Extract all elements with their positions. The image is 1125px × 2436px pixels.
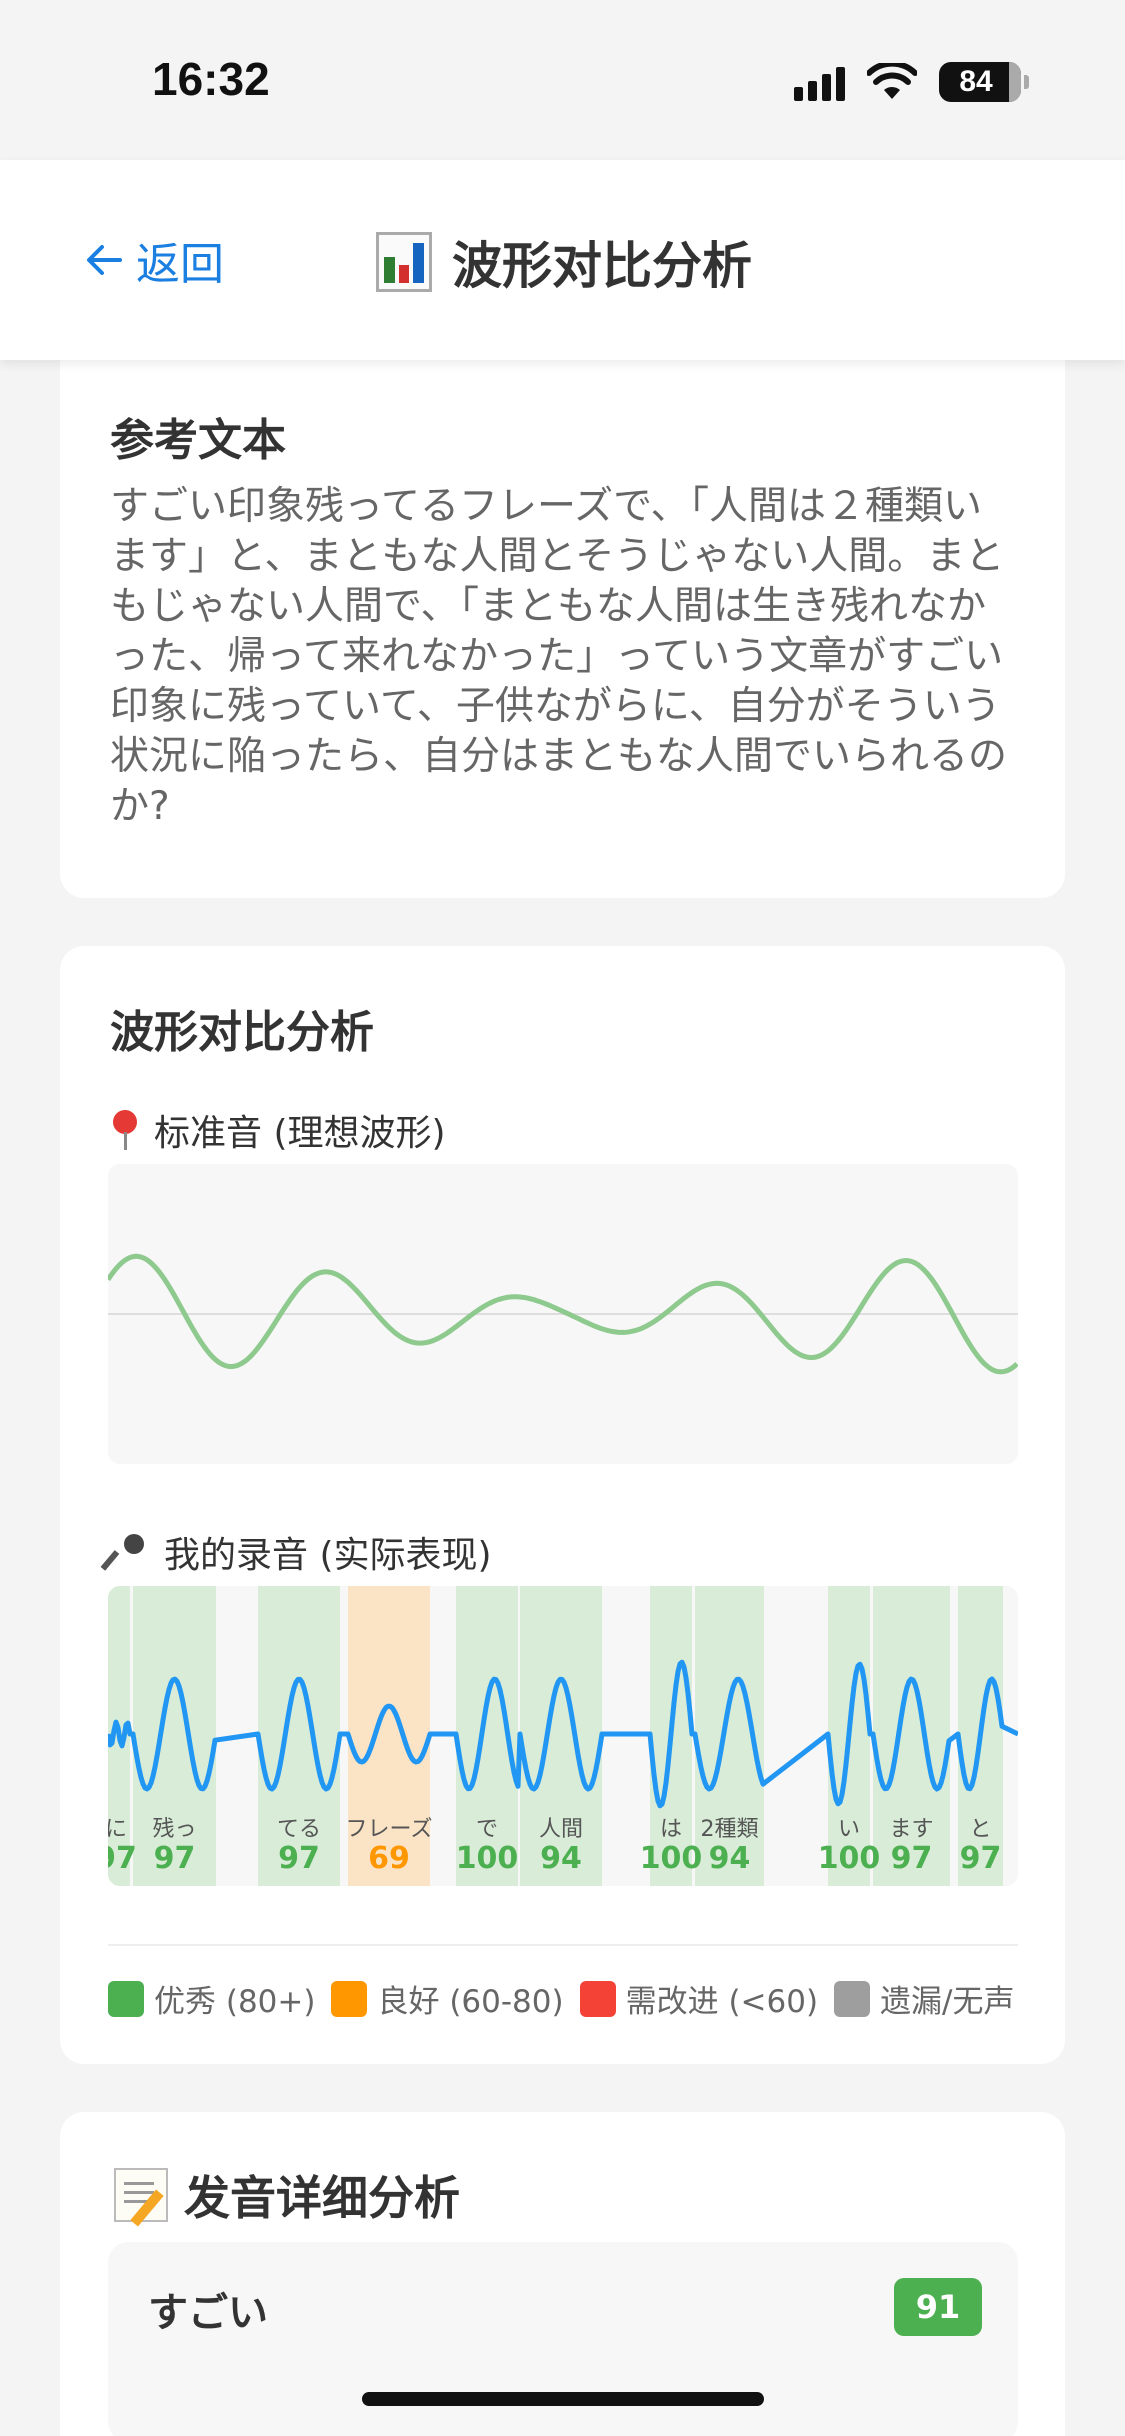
segment-score: 100 <box>640 1841 703 1876</box>
detail-item[interactable]: すごい 91 <box>108 2242 1018 2436</box>
segment-word: 人間 <box>539 1817 583 1842</box>
standard-wave-label: 标准音 (理想波形) <box>110 1104 446 1156</box>
segment-word: で <box>476 1817 498 1842</box>
segment-score: 97 <box>154 1841 196 1876</box>
status-time: 16:32 <box>152 53 270 105</box>
status-icons: 84 <box>794 58 1029 106</box>
signal-icon <box>794 63 845 101</box>
segment-score: 97 <box>891 1841 933 1876</box>
standard-waveform <box>108 1164 1018 1464</box>
segment-word: てる <box>277 1817 321 1842</box>
home-indicator[interactable] <box>362 2392 764 2406</box>
segment-word: と <box>969 1817 991 1842</box>
back-button[interactable]: 返回 <box>84 228 224 292</box>
segment-score: 100 <box>456 1841 519 1876</box>
wifi-icon <box>867 63 917 99</box>
segment-score: 97 <box>960 1841 1002 1876</box>
score-badge: 91 <box>894 2278 982 2336</box>
segment-score: 69 <box>368 1841 410 1876</box>
recording-waveform[interactable]: に97残っ97てる97フレーズ69で100人間94は1002種類94い100ます… <box>108 1586 1018 1886</box>
pin-icon <box>110 1110 140 1150</box>
legend-label: 良好 (60-80) <box>377 1984 564 2020</box>
page-title-text: 波形对比分析 <box>452 237 752 295</box>
legend-item: 需改进 (<60) <box>579 1976 819 2021</box>
battery-icon: 84 <box>939 62 1029 102</box>
segment-word: は <box>660 1817 682 1842</box>
detail-title: 发音详细分析 <box>114 2162 460 2228</box>
nav-bar: 返回 波形对比分析 <box>0 160 1125 360</box>
legend-item: 优秀 (80+) <box>108 1976 315 2021</box>
recording-wave-label: 我的录音 (实际表现) <box>110 1526 492 1578</box>
segment-word: ます <box>889 1817 933 1842</box>
legend-label: 需改进 (<60) <box>625 1984 819 2020</box>
status-bar: 16:32 84 <box>0 0 1125 160</box>
segment-word: 残っ <box>152 1817 196 1842</box>
legend-swatch <box>579 1980 616 2017</box>
segment-word: フレーズ <box>346 1817 433 1842</box>
legend-swatch <box>834 1980 871 2017</box>
segment-score: 97 <box>278 1841 320 1876</box>
page-title: 波形对比分析 <box>376 226 752 298</box>
legend-label: 遗漏/无声 <box>880 1984 1015 2020</box>
segment-score: 97 <box>108 1841 137 1876</box>
reference-card: 参考文本 すごい印象残ってるフレーズで、「人間は２種類います」と、まともな人間と… <box>60 360 1065 898</box>
standard-wave-label-text: 标准音 (理想波形) <box>154 1113 446 1154</box>
legend-swatch <box>108 1980 144 2017</box>
legend-item: 遗漏/无声 <box>834 1976 1015 2021</box>
segment-score: 94 <box>709 1841 751 1876</box>
recording-wave-label-text: 我的录音 (实际表现) <box>164 1535 492 1576</box>
detail-item-word: すごい <box>148 2290 268 2336</box>
segment-word: い <box>838 1817 860 1842</box>
legend-label: 优秀 (80+) <box>154 1984 316 2020</box>
bar-chart-icon <box>376 232 432 292</box>
microphone-icon <box>110 1532 150 1572</box>
detail-title-text: 发音详细分析 <box>184 2171 460 2225</box>
legend-swatch <box>331 1980 368 2017</box>
segment-score: 94 <box>540 1841 582 1876</box>
legend-item: 良好 (60-80) <box>331 1976 564 2021</box>
silence-gap <box>1003 1586 1018 1886</box>
back-arrow-icon <box>87 245 122 275</box>
reference-title: 参考文本 <box>110 415 286 466</box>
detail-card: 发音详细分析 すごい 91 <box>60 2112 1065 2436</box>
waveform-card: 波形对比分析 标准音 (理想波形) 我的录音 (实际表现) に97残っ97てる9… <box>60 946 1065 2064</box>
battery-level: 84 <box>959 65 993 98</box>
segment-word: に <box>108 1817 127 1842</box>
segment-word: 2種類 <box>701 1817 759 1842</box>
waveform-title: 波形对比分析 <box>110 1007 374 1058</box>
back-label: 返回 <box>136 239 224 290</box>
reference-text: すごい印象残ってるフレーズで、「人間は２種類います」と、まともな人間とそうじゃな… <box>110 484 1008 829</box>
segment-score: 100 <box>818 1841 881 1876</box>
memo-icon <box>114 2168 168 2222</box>
score-legend: 优秀 (80+) 良好 (60-80) 需改进 (<60) 遗漏/无声 <box>108 1944 1018 2021</box>
